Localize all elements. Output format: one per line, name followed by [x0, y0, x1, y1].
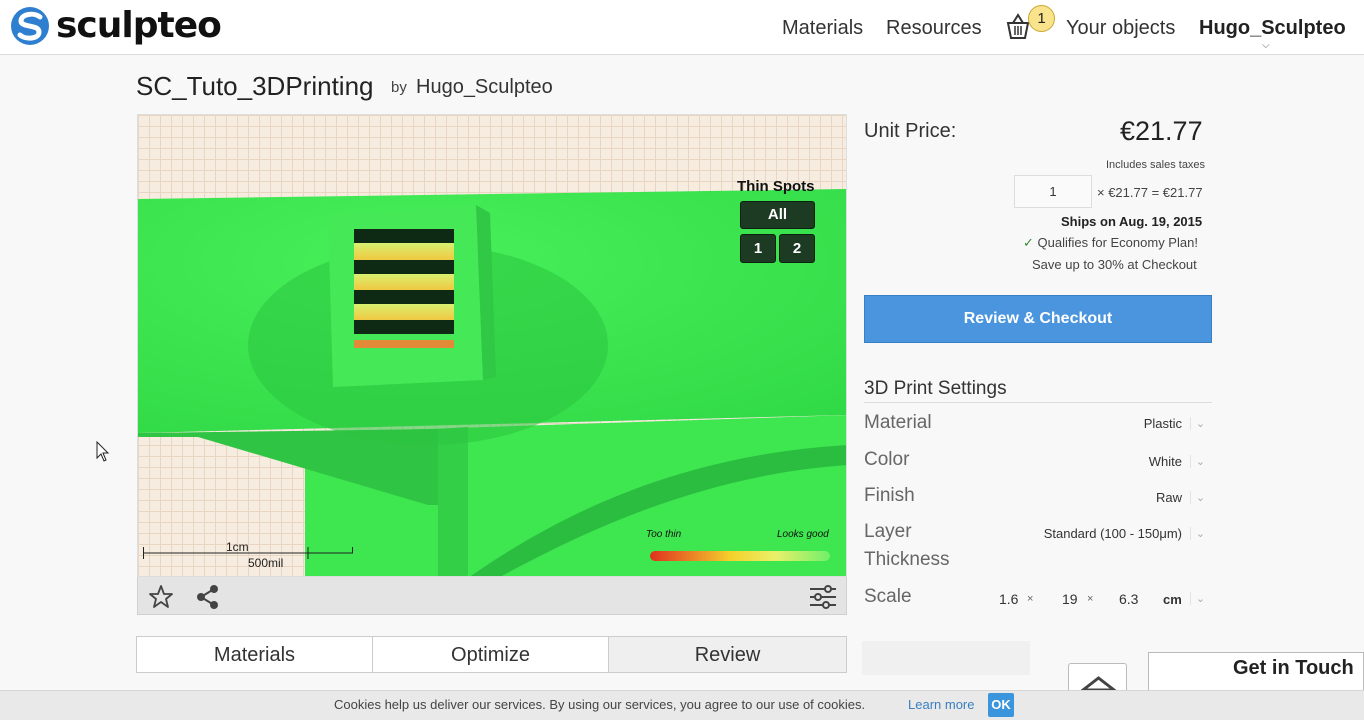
thin-spots-title: Thin Spots — [737, 178, 815, 195]
quantity-input[interactable]: 1 — [1014, 175, 1092, 208]
scale-z-input[interactable]: 6.3 — [1119, 591, 1138, 607]
finish-select[interactable]: Raw — [1100, 490, 1182, 505]
nav-your-objects[interactable]: Your objects — [1066, 17, 1175, 40]
settings-title: 3D Print Settings — [864, 378, 1007, 399]
object-title: SC_Tuto_3DPrinting — [136, 71, 374, 101]
thin-spots-all-button[interactable]: All — [740, 201, 815, 229]
taxes-note: Includes sales taxes — [1106, 159, 1206, 171]
divider — [864, 402, 1212, 403]
basket-count-badge: 1 — [1028, 5, 1055, 32]
thin-spots-1-button[interactable]: 1 — [740, 234, 776, 263]
nav-user-menu[interactable]: Hugo_Sculpteo — [1199, 17, 1346, 40]
placeholder-panel — [862, 641, 1030, 675]
times-symbol: × — [1027, 593, 1034, 605]
color-select[interactable]: White — [1100, 454, 1182, 469]
chevron-down-icon[interactable]: ⌄ — [1190, 592, 1210, 605]
nav-materials[interactable]: Materials — [782, 17, 863, 40]
unit-price-label: Unit Price: — [864, 120, 957, 142]
checkmark-icon: ✓ — [1023, 235, 1034, 250]
chevron-down-icon[interactable]: ⌄ — [1190, 455, 1210, 468]
cookie-ok-button[interactable]: OK — [988, 693, 1014, 717]
legend-looks-good: Looks good — [777, 529, 829, 540]
tab-optimize[interactable]: Optimize — [372, 636, 609, 673]
legend-too-thin: Too thin — [646, 529, 682, 540]
tab-materials[interactable]: Materials — [136, 636, 373, 673]
layer-thickness-select[interactable]: Standard (100 - 150μm) — [1020, 526, 1182, 541]
color-label: Color — [864, 449, 910, 470]
top-header: sculpteo Materials Resources 1 Your obje… — [0, 0, 1364, 55]
tab-review[interactable]: Review — [608, 636, 847, 673]
scale-x-input[interactable]: 1.6 — [999, 591, 1018, 607]
thickness-legend-bar — [650, 551, 830, 561]
quantity-total: × €21.77 = €21.77 — [1097, 185, 1203, 200]
scale-unit-select[interactable]: cm — [1163, 592, 1182, 607]
chevron-down-icon[interactable]: ⌵ — [1262, 40, 1270, 51]
scale-y-input[interactable]: 19 — [1062, 591, 1078, 607]
share-icon[interactable] — [196, 584, 220, 610]
nav-resources[interactable]: Resources — [886, 17, 982, 40]
scale-label: Scale — [864, 586, 912, 607]
chevron-down-icon[interactable]: ⌄ — [1190, 417, 1210, 430]
ship-date: Ships on Aug. 19, 2015 — [1061, 214, 1203, 229]
mouse-cursor-icon — [96, 441, 110, 462]
thin-spots-2-button[interactable]: 2 — [779, 234, 815, 263]
layer-label: Layer — [864, 521, 912, 542]
scale-metric-label: 1cm — [226, 540, 249, 554]
object-by: by — [391, 79, 407, 96]
economy-plan-note: ✓ Qualifies for Economy Plan! — [1023, 235, 1198, 251]
scale-imperial-label: 500mil — [248, 556, 284, 570]
material-label: Material — [864, 412, 932, 433]
thickness-label: Thickness — [864, 549, 950, 570]
finish-label: Finish — [864, 485, 915, 506]
sliders-icon[interactable] — [808, 583, 838, 611]
sculpteo-logo-icon — [11, 7, 49, 45]
unit-price-value: €21.77 — [1120, 116, 1203, 146]
review-checkout-button[interactable]: Review & Checkout — [864, 295, 1212, 343]
star-icon[interactable] — [148, 584, 174, 610]
economy-plan-text: Qualifies for Economy Plan! — [1037, 235, 1198, 250]
sculpteo-logo[interactable]: sculpteo — [10, 5, 222, 46]
chevron-down-icon[interactable]: ⌄ — [1190, 491, 1210, 504]
brand-name: sculpteo — [56, 5, 222, 46]
save-note: Save up to 30% at Checkout — [1032, 257, 1197, 272]
chevron-down-icon[interactable]: ⌄ — [1190, 527, 1210, 540]
cookie-learn-more-link[interactable]: Learn more — [908, 697, 974, 712]
material-select[interactable]: Plastic — [1100, 416, 1182, 431]
cookie-text: Cookies help us deliver our services. By… — [334, 697, 866, 712]
viewer-toolbar — [137, 577, 847, 615]
object-author[interactable]: Hugo_Sculpteo — [416, 76, 553, 99]
times-symbol: × — [1087, 593, 1094, 605]
